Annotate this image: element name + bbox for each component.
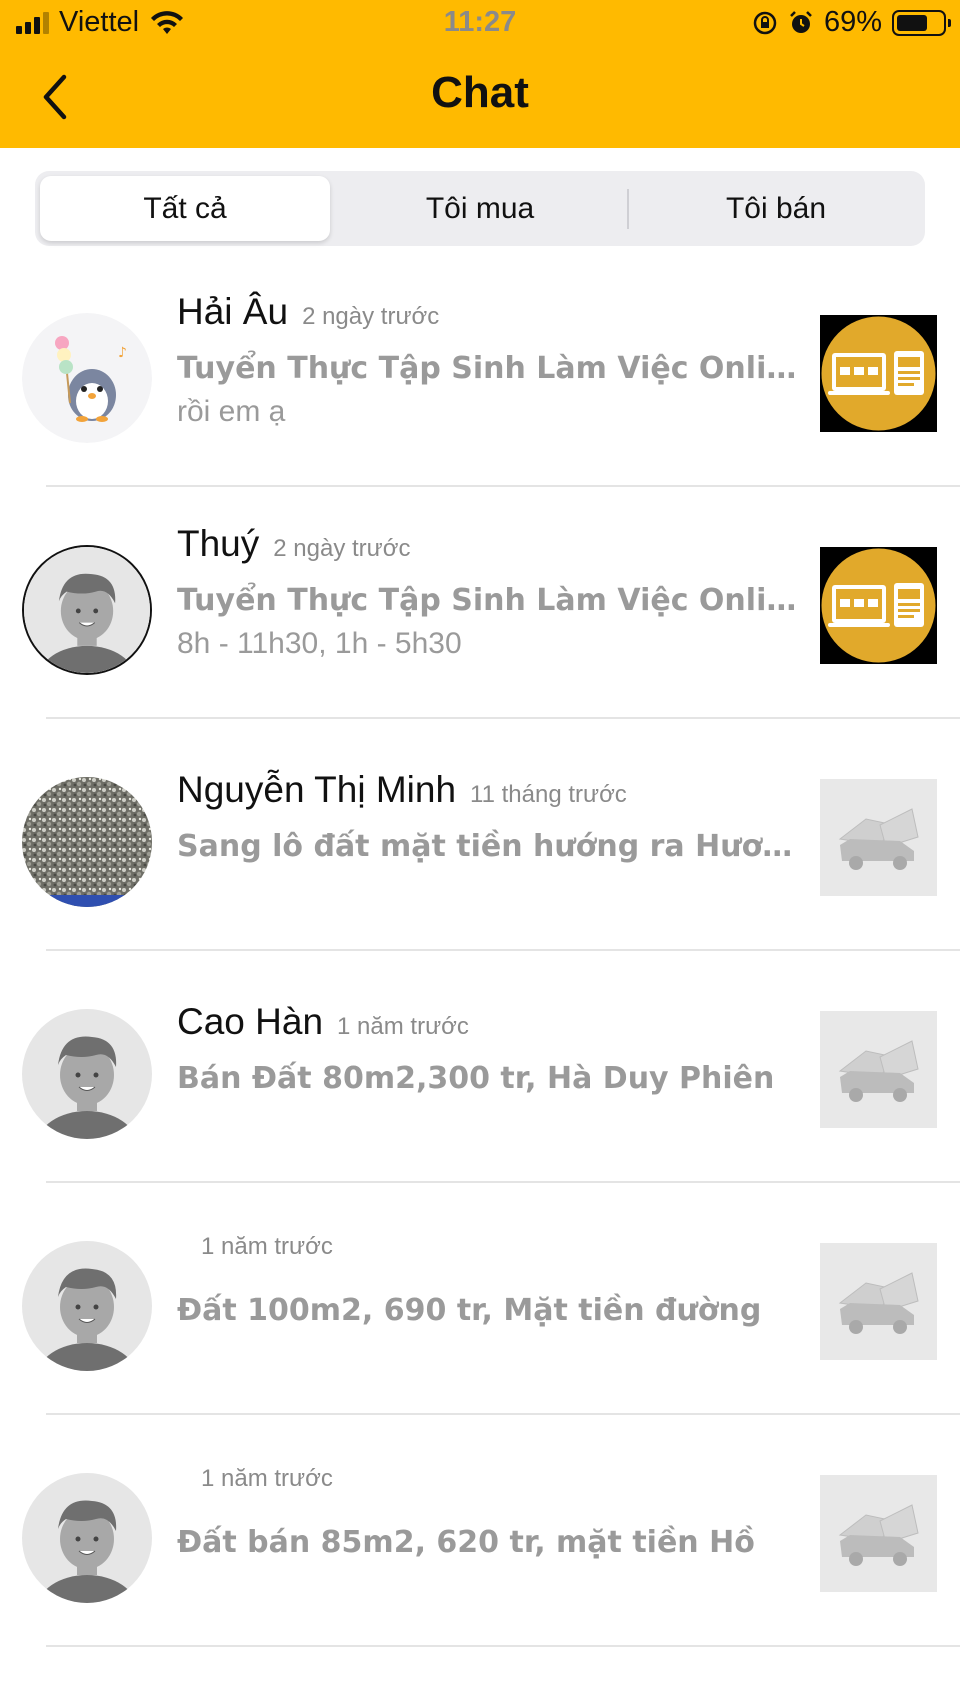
default-user-avatar-icon [22,1241,152,1371]
listing-thumbnail [820,1011,937,1128]
contact-name: Cao Hàn [177,1001,324,1042]
listing-thumbnail [820,547,937,664]
placeholder-house-car-icon [820,1243,937,1360]
penguin-avatar-icon: ♪ [22,313,152,443]
tab-separator [627,189,629,229]
default-user-avatar-icon [22,1009,152,1139]
message-time: 1 năm trước [201,1233,333,1260]
message-time: 2 ngày trước [273,535,411,562]
contact-name: Hải Âu [177,291,289,332]
rotation-lock-icon [753,11,777,34]
listing-thumbnail [820,779,937,896]
conversation-row[interactable]: Thuý 2 ngày trước Tuyển Thực Tập Sinh Là… [0,487,960,719]
web-design-icon [820,315,937,432]
listing-title: Bán Đất 80m2,300 tr, Hà Duy Phiên [177,1061,775,1096]
listing-title: Sang lô đất mặt tiền hướng ra Hương Lộ [177,829,807,864]
message-time: 1 năm trước [337,1013,469,1040]
message-time: 2 ngày trước [302,303,440,330]
listing-title: Tuyển Thực Tập Sinh Làm Việc Online [177,351,807,386]
message-time: 1 năm trước [201,1465,333,1492]
conversation-row[interactable]: 1 năm trước Đất bán 85m2, 620 tr, mặt ti… [0,1415,960,1647]
filter-tabs: Tất cả Tôi mua Tôi bán [35,171,925,246]
conversation-row[interactable]: ♪ Hải Âu 2 ngày trước Tuyển Thực Tập Sin… [0,255,960,487]
battery-percent: 69% [823,6,882,38]
placeholder-house-car-icon [820,1011,937,1128]
alarm-icon [790,10,812,33]
conversation-row[interactable]: Cao Hàn 1 năm trước Bán Đất 80m2,300 tr,… [0,951,960,1183]
avatar: ♪ [22,313,152,443]
listing-title: Đất 100m2, 690 tr, Mặt tiền đường [177,1293,762,1328]
listing-thumbnail [820,1475,937,1592]
page-title: Chat [431,68,529,117]
listing-title: Đất bán 85m2, 620 tr, mặt tiền Hồ [177,1525,755,1560]
listing-thumbnail [820,1243,937,1360]
placeholder-house-car-icon [820,779,937,896]
avatar [22,1241,152,1371]
last-message: rồi em ạ [177,395,286,428]
contact-name: Thuý [177,523,260,564]
listing-title: Tuyển Thực Tập Sinh Làm Việc Online [177,583,807,618]
tab-buying[interactable]: Tôi mua [335,176,625,241]
default-user-avatar-icon [22,1473,152,1603]
tab-selling[interactable]: Tôi bán [631,176,921,241]
app-header: Viettel 11:27 69% Chat [0,0,960,148]
conversation-row[interactable]: Nguyễn Thị Minh 11 tháng trước Sang lô đ… [0,719,960,951]
message-time: 11 tháng trước [470,781,627,808]
conversation-row[interactable]: 1 năm trước Đất 100m2, 690 tr, Mặt tiền … [0,1183,960,1415]
conversation-list: ♪ Hải Âu 2 ngày trước Tuyển Thực Tập Sin… [0,255,960,1707]
battery-icon [892,9,951,36]
svg-text:♪: ♪ [118,345,127,361]
avatar [22,777,152,907]
last-message: 8h - 11h30, 1h - 5h30 [177,627,462,660]
avatar [22,545,152,675]
contact-name: Nguyễn Thị Minh [177,769,457,810]
tab-all[interactable]: Tất cả [40,176,330,241]
default-user-avatar-icon [24,547,150,673]
avatar [22,1473,152,1603]
listing-thumbnail [820,315,937,432]
status-bar: Viettel 11:27 69% [0,0,960,50]
web-design-icon [820,547,937,664]
placeholder-house-car-icon [820,1475,937,1592]
row-divider [46,1645,960,1647]
gravel-photo-avatar-icon [22,777,152,907]
avatar [22,1009,152,1139]
